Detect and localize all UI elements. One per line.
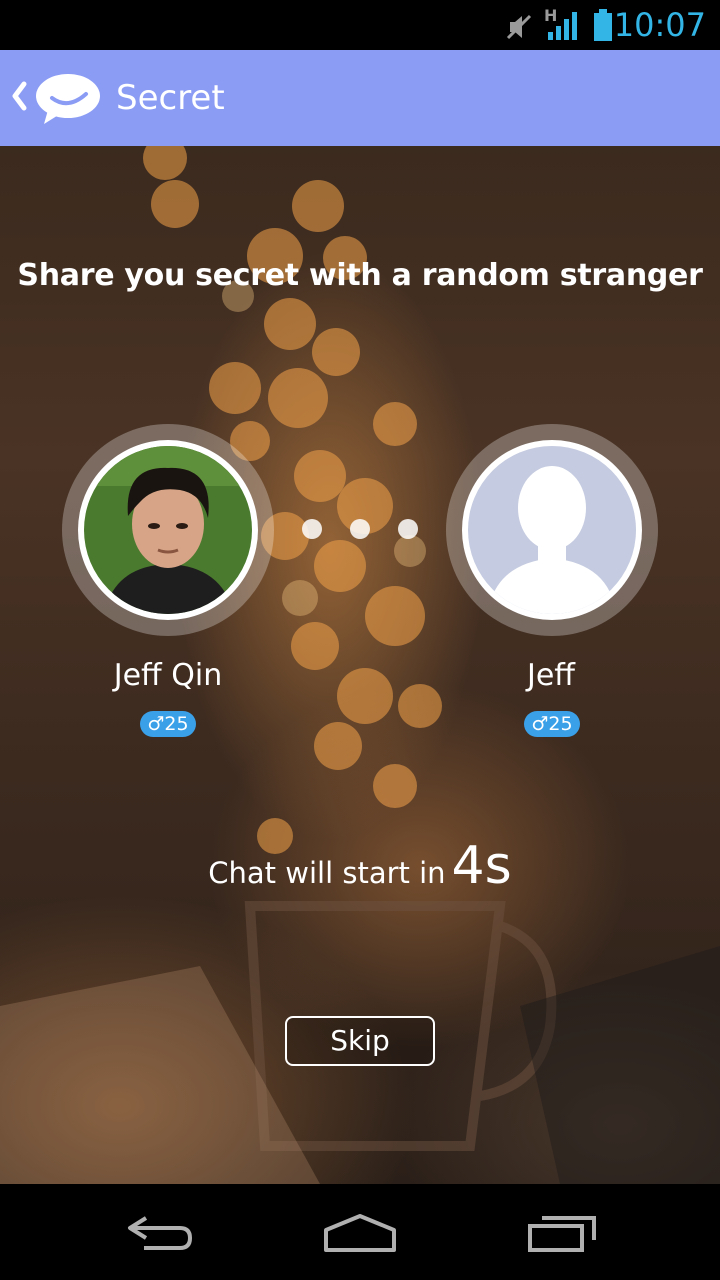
chevron-left-icon — [12, 81, 27, 111]
battery-icon — [594, 9, 612, 41]
status-bar: H 10:07 — [0, 0, 720, 50]
my-gender-age-badge: ♂25 — [140, 711, 196, 737]
mute-icon — [506, 14, 532, 40]
match-screen: Share you secret with a random stranger — [0, 146, 720, 1184]
countdown-label: Chat will start in — [208, 856, 446, 890]
action-bar: Secret — [0, 50, 720, 146]
age-label: 25 — [164, 713, 189, 735]
navigation-bar — [0, 1184, 720, 1280]
tagline: Share you secret with a random stranger — [17, 258, 703, 293]
recent-apps-icon[interactable] — [526, 1212, 598, 1254]
stranger-gender-age-badge: ♂25 — [524, 711, 580, 737]
stranger-avatar — [446, 424, 658, 636]
avatar-photo — [84, 446, 252, 614]
app-title: Secret — [116, 78, 225, 118]
male-icon: ♂ — [531, 713, 549, 735]
connecting-dot — [398, 519, 418, 539]
connecting-dot — [350, 519, 370, 539]
app-logo-icon — [36, 74, 100, 124]
countdown-value: 4s — [451, 836, 512, 896]
back-icon[interactable] — [124, 1212, 196, 1252]
default-avatar-icon — [468, 446, 636, 614]
age-label: 25 — [548, 713, 573, 735]
connecting-dot — [302, 519, 322, 539]
my-avatar — [62, 424, 274, 636]
signal-icon — [548, 12, 577, 40]
skip-button[interactable]: Skip — [285, 1016, 435, 1066]
status-time: 10:07 — [613, 6, 706, 44]
countdown: Chat will start in 4s — [0, 836, 720, 896]
home-icon[interactable] — [322, 1212, 398, 1252]
stranger-name: Jeff — [527, 658, 575, 693]
up-navigation-button[interactable] — [0, 50, 106, 146]
my-name: Jeff Qin — [113, 658, 223, 693]
male-icon: ♂ — [147, 713, 165, 735]
